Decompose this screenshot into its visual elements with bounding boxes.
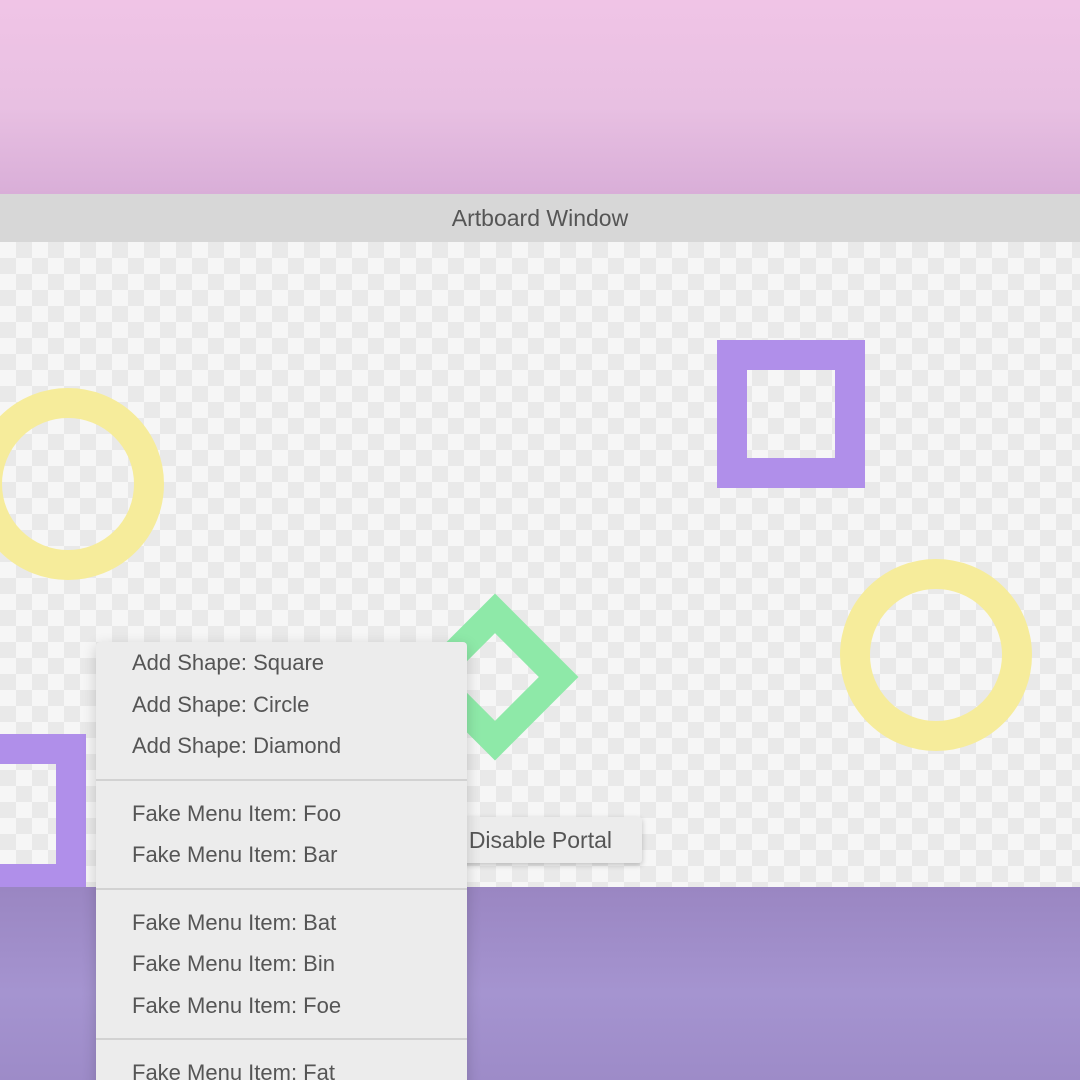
context-menu: Add Shape: Square Add Shape: Circle Add …: [96, 642, 467, 1080]
square-shape[interactable]: [0, 734, 86, 887]
menu-separator: [96, 1038, 467, 1040]
menu-item-add-circle[interactable]: Add Shape: Circle: [96, 684, 467, 726]
disable-portal-label: Disable Portal: [468, 826, 612, 853]
menu-item-bar[interactable]: Fake Menu Item: Bar: [96, 834, 467, 876]
menu-separator: [96, 887, 467, 890]
menu-item-foo[interactable]: Fake Menu Item: Foo: [96, 793, 467, 835]
window-title-bar[interactable]: Artboard Window: [0, 194, 1080, 242]
menu-item-bin[interactable]: Fake Menu Item: Bin: [96, 943, 467, 985]
menu-item-fat[interactable]: Fake Menu Item: Fat: [96, 1052, 467, 1080]
menu-item-add-square[interactable]: Add Shape: Square: [96, 642, 467, 684]
menu-item-foe[interactable]: Fake Menu Item: Foe: [96, 985, 467, 1027]
window-title: Artboard Window: [451, 204, 629, 231]
square-shape[interactable]: [717, 340, 865, 488]
background-top: [0, 0, 1080, 194]
menu-separator: [96, 778, 467, 781]
disable-portal-button[interactable]: Disable Portal: [440, 817, 642, 863]
circle-shape[interactable]: [0, 388, 164, 580]
menu-item-bat[interactable]: Fake Menu Item: Bat: [96, 902, 467, 944]
menu-item-add-diamond[interactable]: Add Shape: Diamond: [96, 725, 467, 767]
circle-shape[interactable]: [840, 559, 1032, 751]
